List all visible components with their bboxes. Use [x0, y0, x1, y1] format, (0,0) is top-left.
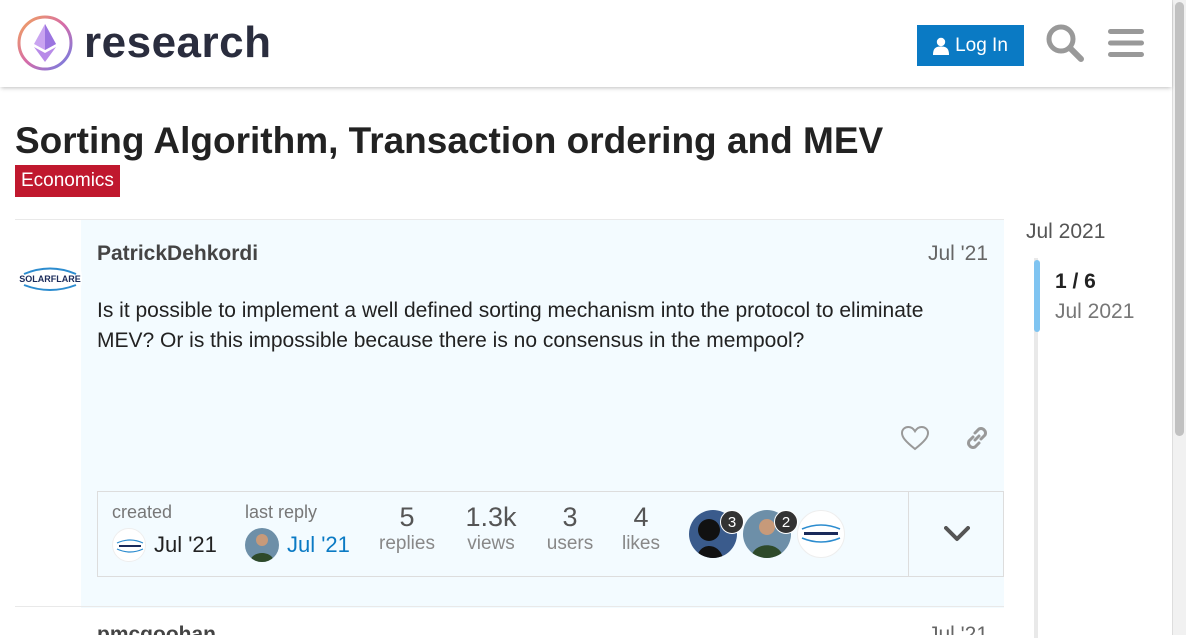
- replies-stat: 5 replies: [370, 502, 444, 588]
- timeline-current-date: Jul 2021: [1055, 300, 1135, 323]
- link-icon: [967, 427, 987, 449]
- last-reply-label: last reply: [245, 502, 318, 522]
- views-stat: 1.3k views: [454, 502, 528, 588]
- users-count: 3: [562, 502, 578, 532]
- site-header: research Log In: [0, 0, 1172, 87]
- chevron-down-icon: [943, 526, 970, 541]
- post-2: pmcgoohan Jul '21: [15, 606, 1004, 635]
- login-label: Log In: [955, 34, 1008, 56]
- participant-post-count: 2: [774, 510, 798, 534]
- created-date[interactable]: Jul '21: [154, 532, 217, 558]
- timeline-handle[interactable]: [1034, 260, 1040, 332]
- expand-topic-map-button[interactable]: [908, 492, 1004, 576]
- participant-avatar[interactable]: [797, 510, 845, 558]
- views-count: 1.3k: [465, 502, 517, 532]
- replies-label: replies: [379, 533, 435, 554]
- avatar[interactable]: [112, 528, 146, 562]
- page-scrollbar[interactable]: [1172, 0, 1186, 635]
- created-label: created: [112, 502, 173, 522]
- hamburger-menu-button[interactable]: [1104, 20, 1148, 66]
- heart-icon: [901, 425, 929, 450]
- site-logo[interactable]: research: [16, 14, 271, 72]
- category-badge[interactable]: Economics: [15, 165, 120, 197]
- ethereum-logo-icon: [17, 15, 73, 71]
- likes-label: likes: [621, 533, 660, 554]
- last-reply-date[interactable]: Jul '21: [287, 532, 350, 558]
- timeline-position: 1 / 6: [1055, 270, 1096, 293]
- solarflare-logo-icon: [116, 539, 144, 553]
- likes-stat: 4 likes: [612, 502, 670, 588]
- post-content: Is it possible to implement a well defin…: [97, 299, 924, 352]
- hamburger-menu-icon: [1108, 29, 1144, 57]
- post-author[interactable]: pmcgoohan: [97, 623, 216, 635]
- scrollbar-thumb[interactable]: [1175, 2, 1184, 436]
- search-icon: [1046, 24, 1084, 62]
- topic-created: created Jul '21: [112, 502, 217, 588]
- user-icon: [933, 37, 950, 55]
- login-button[interactable]: Log In: [917, 25, 1024, 66]
- post-date[interactable]: Jul '21: [928, 242, 988, 266]
- users-stat: 3 users: [534, 502, 606, 588]
- avatar[interactable]: SOLARFLARE: [17, 246, 82, 311]
- post-author[interactable]: PatrickDehkordi: [97, 242, 258, 266]
- participant-post-count: 3: [720, 510, 744, 534]
- svg-text:SOLARFLARE: SOLARFLARE: [19, 274, 81, 284]
- solarflare-logo-icon: SOLARFLARE: [19, 267, 81, 291]
- topic-title[interactable]: Sorting Algorithm, Transaction ordering …: [15, 120, 883, 162]
- timeline-start-date[interactable]: Jul 2021: [1026, 220, 1166, 244]
- avatar[interactable]: [245, 528, 279, 562]
- like-button[interactable]: [895, 420, 935, 456]
- post-date[interactable]: Jul '21: [928, 623, 988, 635]
- replies-count: 5: [399, 502, 415, 532]
- person-photo-icon: [245, 528, 279, 562]
- post-1: SOLARFLARE PatrickDehkordi Jul '21 Is it…: [15, 219, 1004, 608]
- users-label: users: [546, 533, 594, 554]
- views-label: views: [467, 533, 515, 554]
- share-link-button[interactable]: [957, 420, 997, 456]
- topic-timeline: Jul 2021 1 / 6 Jul 2021: [1026, 220, 1166, 638]
- topic-last-reply: last reply Jul '21: [245, 502, 350, 588]
- topic-map: created Jul '21 last reply Jul '21 5 rep…: [97, 491, 1004, 577]
- site-name: research: [84, 18, 272, 67]
- search-button[interactable]: [1043, 20, 1087, 66]
- likes-count: 4: [633, 502, 649, 532]
- solarflare-logo-icon: [801, 524, 841, 543]
